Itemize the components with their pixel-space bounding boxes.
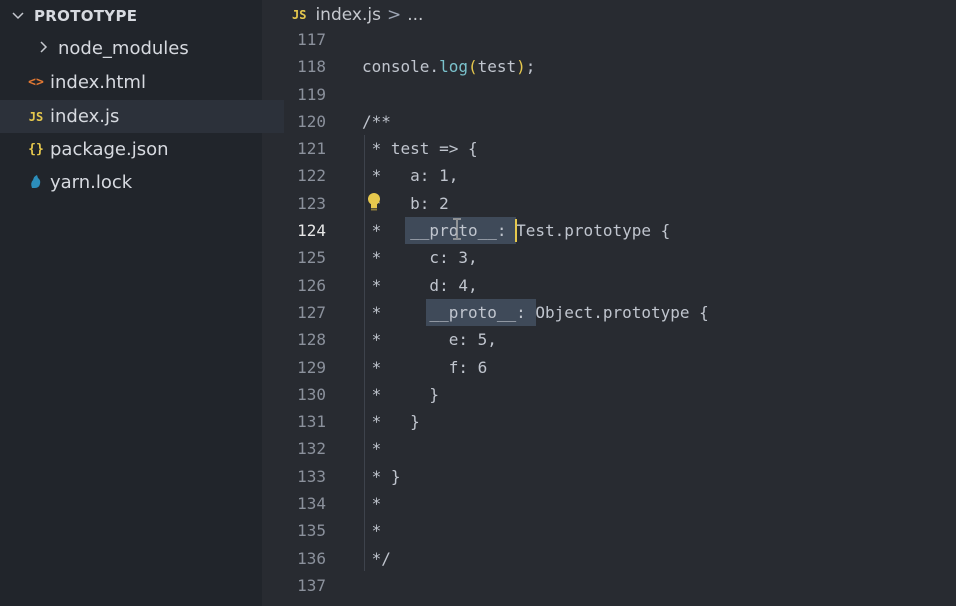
code-token: test — [477, 57, 517, 77]
html-file-icon: <> — [28, 75, 44, 90]
js-file-icon: JS — [292, 8, 307, 22]
tree-item-label: index.html — [50, 72, 146, 93]
code-line[interactable]: * f: 6 — [362, 354, 952, 381]
tree-item-node-modules[interactable]: node_modules — [0, 32, 292, 65]
breadcrumb-file[interactable]: index.js — [315, 5, 381, 25]
line-number: 125 — [297, 248, 326, 268]
line-number: 121 — [297, 139, 326, 159]
code-editor[interactable]: console.log(test); /** * test => { * a: … — [362, 26, 952, 599]
js-file-icon: JS — [28, 109, 44, 124]
code-line[interactable] — [362, 26, 952, 53]
line-number: 131 — [297, 412, 326, 432]
code-line[interactable]: console.log(test); — [362, 53, 952, 80]
tree-item-label: index.js — [50, 106, 120, 127]
code-token-paren: ) — [516, 57, 526, 77]
line-number: 127 — [297, 302, 326, 322]
line-number: 117 — [297, 30, 326, 49]
line-number: 119 — [297, 84, 326, 104]
line-number: 128 — [297, 330, 326, 350]
lightbulb-icon[interactable] — [366, 192, 382, 212]
line-number: 123 — [297, 193, 326, 213]
line-number: 133 — [297, 466, 326, 486]
json-file-icon: {} — [28, 142, 44, 157]
code-line[interactable]: /** — [362, 108, 952, 135]
code-line[interactable] — [362, 572, 952, 599]
tree-item-label: yarn.lock — [50, 172, 133, 193]
code-token-paren: ( — [467, 57, 478, 77]
code-line[interactable]: * __proto__: Object.prototype { — [362, 299, 952, 326]
code-line[interactable]: * } — [362, 408, 952, 435]
breadcrumb-more[interactable]: ... — [407, 5, 423, 25]
line-number: 134 — [297, 494, 326, 514]
breadcrumb-separator: > — [386, 5, 402, 25]
chevron-down-icon — [12, 9, 28, 24]
line-number: 118 — [297, 57, 326, 77]
tree-item-package-json[interactable]: {} package.json — [0, 133, 284, 166]
chevron-right-icon — [30, 40, 58, 57]
line-number: 135 — [297, 521, 326, 541]
line-number: 137 — [297, 575, 326, 595]
line-number: 126 — [297, 275, 326, 295]
tree-item-yarn-lock[interactable]: yarn.lock — [0, 166, 284, 199]
tree-item-label: node_modules — [58, 38, 189, 59]
line-number: 129 — [297, 357, 326, 377]
code-line[interactable]: * b: 2 — [362, 190, 952, 217]
line-number: 132 — [297, 439, 326, 459]
current-line-number: 124 — [297, 221, 326, 241]
tree-item-index-js[interactable]: JS index.js — [0, 100, 284, 133]
tree-item-label: package.json — [50, 139, 169, 160]
code-line[interactable]: * c: 3, — [362, 244, 952, 271]
code-line[interactable] — [362, 81, 952, 108]
line-number: 122 — [297, 166, 326, 186]
line-number: 136 — [297, 548, 326, 568]
explorer-sidebar: PROTOTYPE node_modules <> index.html JS … — [0, 0, 284, 606]
line-number: 130 — [297, 384, 326, 404]
code-line[interactable]: * test => { — [362, 135, 952, 162]
text-cursor — [515, 219, 517, 242]
explorer-folder-header[interactable]: PROTOTYPE — [12, 5, 137, 27]
code-token: ; — [525, 57, 536, 77]
code-token-function: log — [439, 57, 468, 77]
code-line-current[interactable]: * __proto__: Test.prototype { — [362, 217, 952, 244]
code-line[interactable]: * d: 4, — [362, 272, 952, 299]
line-number-gutter: 117 118 119 120 121 122 123 124 125 126 … — [262, 26, 326, 599]
line-number: 120 — [297, 111, 326, 131]
yarn-file-icon — [22, 173, 50, 193]
code-token: console. — [362, 57, 440, 77]
code-line[interactable]: * } — [362, 463, 952, 490]
code-line[interactable]: */ — [362, 545, 952, 572]
code-line[interactable]: * — [362, 435, 952, 462]
code-line[interactable]: * a: 1, — [362, 162, 952, 189]
code-line[interactable]: * — [362, 490, 952, 517]
mouse-ibeam-cursor-icon — [452, 218, 462, 240]
code-line[interactable]: * e: 5, — [362, 326, 952, 353]
code-line[interactable]: * — [362, 517, 952, 544]
tree-item-index-html[interactable]: <> index.html — [0, 66, 284, 99]
code-line[interactable]: * } — [362, 381, 952, 408]
explorer-folder-name: PROTOTYPE — [34, 7, 138, 25]
